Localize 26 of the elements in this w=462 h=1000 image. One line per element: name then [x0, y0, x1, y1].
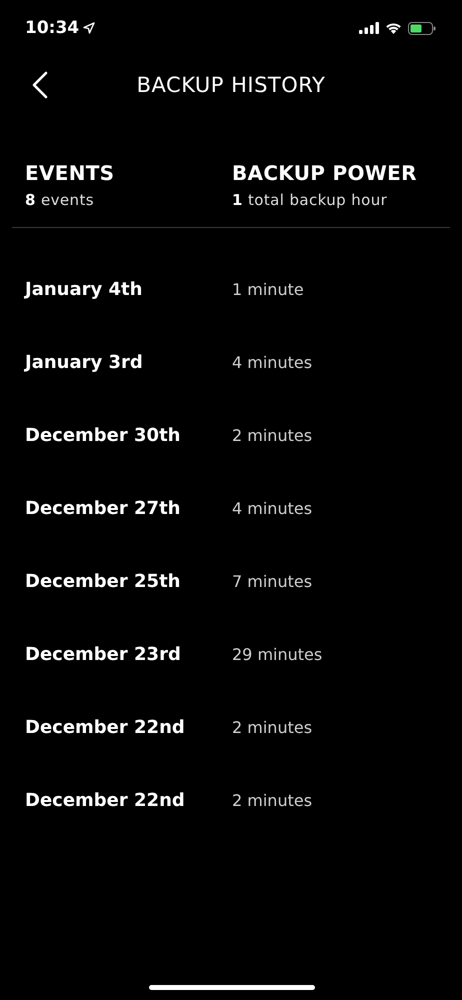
event-duration: 2 minutes — [232, 426, 314, 445]
event-duration: 1 minute — [232, 280, 305, 299]
status-time: 10:34 — [25, 18, 80, 38]
event-date: December 22nd — [25, 790, 186, 811]
summary-heading: EVENTS — [25, 161, 116, 185]
signal-icon — [359, 22, 379, 34]
event-duration: 4 minutes — [232, 499, 314, 518]
event-duration: 4 minutes — [232, 353, 314, 372]
location-arrow-icon — [83, 22, 96, 34]
event-date: December 25th — [25, 571, 182, 592]
battery-icon — [408, 22, 436, 34]
event-duration: 7 minutes — [232, 572, 314, 591]
event-duration: 2 minutes — [232, 718, 314, 737]
event-duration: 2 minutes — [232, 791, 314, 810]
wifi-icon — [385, 22, 402, 34]
summary-heading: BACKUP POWER — [232, 161, 418, 185]
event-duration: 29 minutes — [232, 645, 324, 664]
event-date: December 22nd — [25, 717, 186, 738]
event-date: December 27th — [25, 498, 182, 519]
event-date: December 30th — [25, 425, 182, 446]
event-date: January 4th — [25, 279, 144, 300]
screen-title: BACKUP HISTORY — [136, 73, 326, 97]
summary-detail: 8 events — [25, 191, 95, 209]
summary-detail: 1 total backup hour — [232, 191, 388, 209]
event-date: December 23rd — [25, 644, 182, 665]
event-date: January 3rd — [25, 352, 144, 373]
